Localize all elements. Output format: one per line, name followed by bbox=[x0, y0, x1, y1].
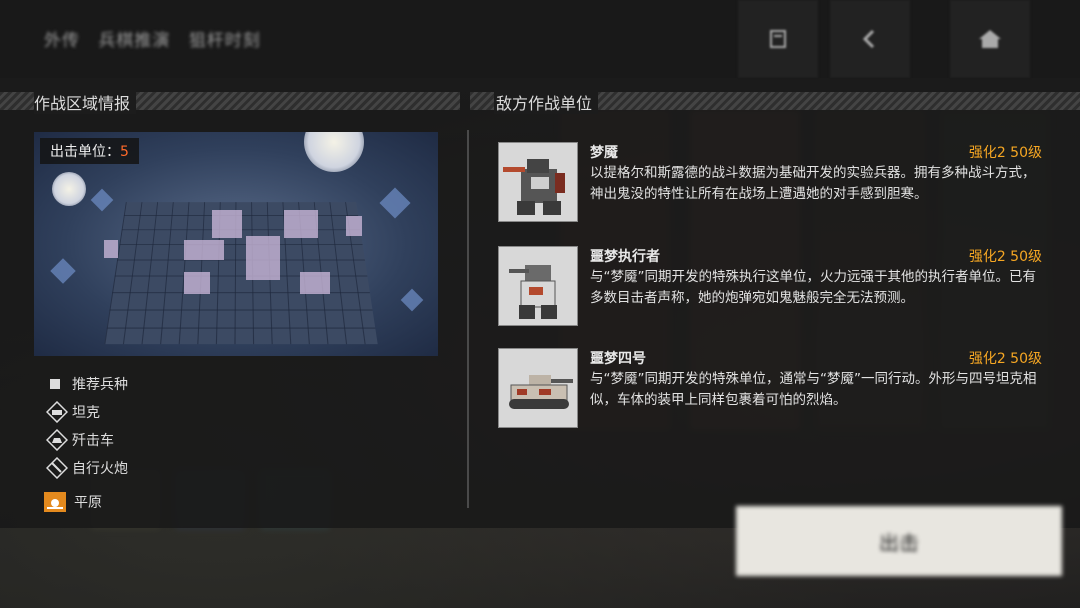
back-button[interactable] bbox=[830, 0, 910, 78]
map-preview[interactable]: 出击单位：5 bbox=[34, 132, 438, 356]
map-tile bbox=[184, 240, 224, 260]
deploy-button[interactable]: 出击 bbox=[736, 506, 1062, 576]
archive-button[interactable] bbox=[738, 0, 818, 78]
deploy-units-badge: 出击单位：5 bbox=[40, 138, 139, 164]
enemy-portrait bbox=[498, 246, 578, 326]
stage-info-panel: 作战区域情报 敌方作战单位 出击单位：5 推荐兵种 坦克 歼击车 自行火炮 平原… bbox=[0, 78, 1080, 528]
enemy-tank-icon bbox=[509, 375, 573, 409]
deploy-units-label: 出击单位： bbox=[50, 144, 120, 160]
crystal-decoration bbox=[400, 288, 424, 312]
map-tile bbox=[300, 272, 330, 294]
home-icon bbox=[979, 30, 1001, 48]
unit-type-label: 自行火炮 bbox=[72, 461, 128, 477]
tank-class-icon bbox=[46, 401, 68, 423]
home-button[interactable] bbox=[950, 0, 1030, 78]
archive-icon bbox=[770, 30, 786, 48]
enemy-portrait bbox=[498, 348, 578, 428]
terrain-label: 平原 bbox=[74, 495, 102, 511]
enemy-entry[interactable]: 梦魇 强化2 50级 以提格尔和斯露德的战斗数据为基础开发的实验兵器。拥有多种战… bbox=[498, 142, 1048, 224]
unit-type-label: 坦克 bbox=[72, 405, 100, 421]
enemy-mech-icon bbox=[503, 159, 565, 215]
plains-terrain-icon bbox=[44, 492, 66, 512]
tank-destroyer-class-icon bbox=[46, 429, 68, 451]
unit-type-artillery: 自行火炮 bbox=[46, 457, 128, 479]
square-icon bbox=[50, 379, 60, 389]
breadcrumb-item[interactable]: 狙杆时刻 bbox=[189, 31, 261, 51]
crystal-decoration bbox=[50, 258, 76, 284]
unit-type-label: 歼击车 bbox=[72, 433, 114, 449]
enemy-entry[interactable]: 噩梦执行者 强化2 50级 与“梦魇”同期开发的特殊执行这单位，火力远强于其他的… bbox=[498, 246, 1048, 328]
artillery-class-icon bbox=[46, 457, 68, 479]
enemy-level: 强化2 50级 bbox=[968, 145, 1042, 161]
enemy-name: 噩梦执行者 bbox=[590, 249, 660, 265]
map-tile bbox=[284, 210, 318, 238]
enemy-description: 以提格尔和斯露德的战斗数据为基础开发的实验兵器。拥有多种战斗方式，神出鬼没的特性… bbox=[590, 165, 1036, 202]
crystal-decoration bbox=[379, 187, 411, 219]
recommended-units-header: 推荐兵种 bbox=[46, 374, 128, 394]
map-tile bbox=[246, 236, 280, 280]
enemy-name: 噩梦四号 bbox=[590, 351, 646, 367]
enemy-mech-icon bbox=[509, 265, 557, 319]
enemy-units-title: 敌方作战单位 bbox=[494, 90, 599, 114]
deploy-units-count: 5 bbox=[120, 144, 129, 160]
terrain-info: 平原 bbox=[44, 492, 102, 512]
enemy-portrait bbox=[498, 142, 578, 222]
breadcrumb-item[interactable]: 兵棋推演 bbox=[98, 31, 170, 51]
breadcrumb: 外传 兵棋推演 狙杆时刻 bbox=[44, 26, 273, 51]
unit-type-tank: 坦克 bbox=[46, 401, 100, 423]
back-icon bbox=[862, 29, 875, 49]
map-tile bbox=[212, 210, 242, 238]
enemy-level: 强化2 50级 bbox=[968, 351, 1042, 367]
enemy-entry[interactable]: 噩梦四号 强化2 50级 与“梦魇”同期开发的特殊单位，通常与“梦魇”一同行动。… bbox=[498, 348, 1048, 430]
enemy-description: 与“梦魇”同期开发的特殊执行这单位，火力远强于其他的执行者单位。已有多数目击者声… bbox=[590, 269, 1036, 306]
breadcrumb-item[interactable]: 外传 bbox=[44, 31, 80, 51]
unit-type-tank-destroyer: 歼击车 bbox=[46, 429, 114, 451]
enemy-level: 强化2 50级 bbox=[968, 249, 1042, 265]
crystal-decoration bbox=[90, 188, 114, 212]
map-tile bbox=[184, 272, 210, 294]
recommended-units-label: 推荐兵种 bbox=[72, 377, 128, 393]
zone-intel-title: 作战区域情报 bbox=[34, 90, 137, 114]
section-divider bbox=[467, 130, 469, 508]
moon-decoration bbox=[52, 172, 86, 206]
moon-decoration bbox=[304, 132, 364, 172]
enemy-name: 梦魇 bbox=[590, 145, 618, 161]
map-tile bbox=[346, 216, 362, 236]
enemy-description: 与“梦魇”同期开发的特殊单位，通常与“梦魇”一同行动。外形与四号坦克相似，车体的… bbox=[590, 371, 1037, 408]
top-bar: 外传 兵棋推演 狙杆时刻 bbox=[0, 0, 1080, 78]
map-tile bbox=[104, 240, 118, 258]
